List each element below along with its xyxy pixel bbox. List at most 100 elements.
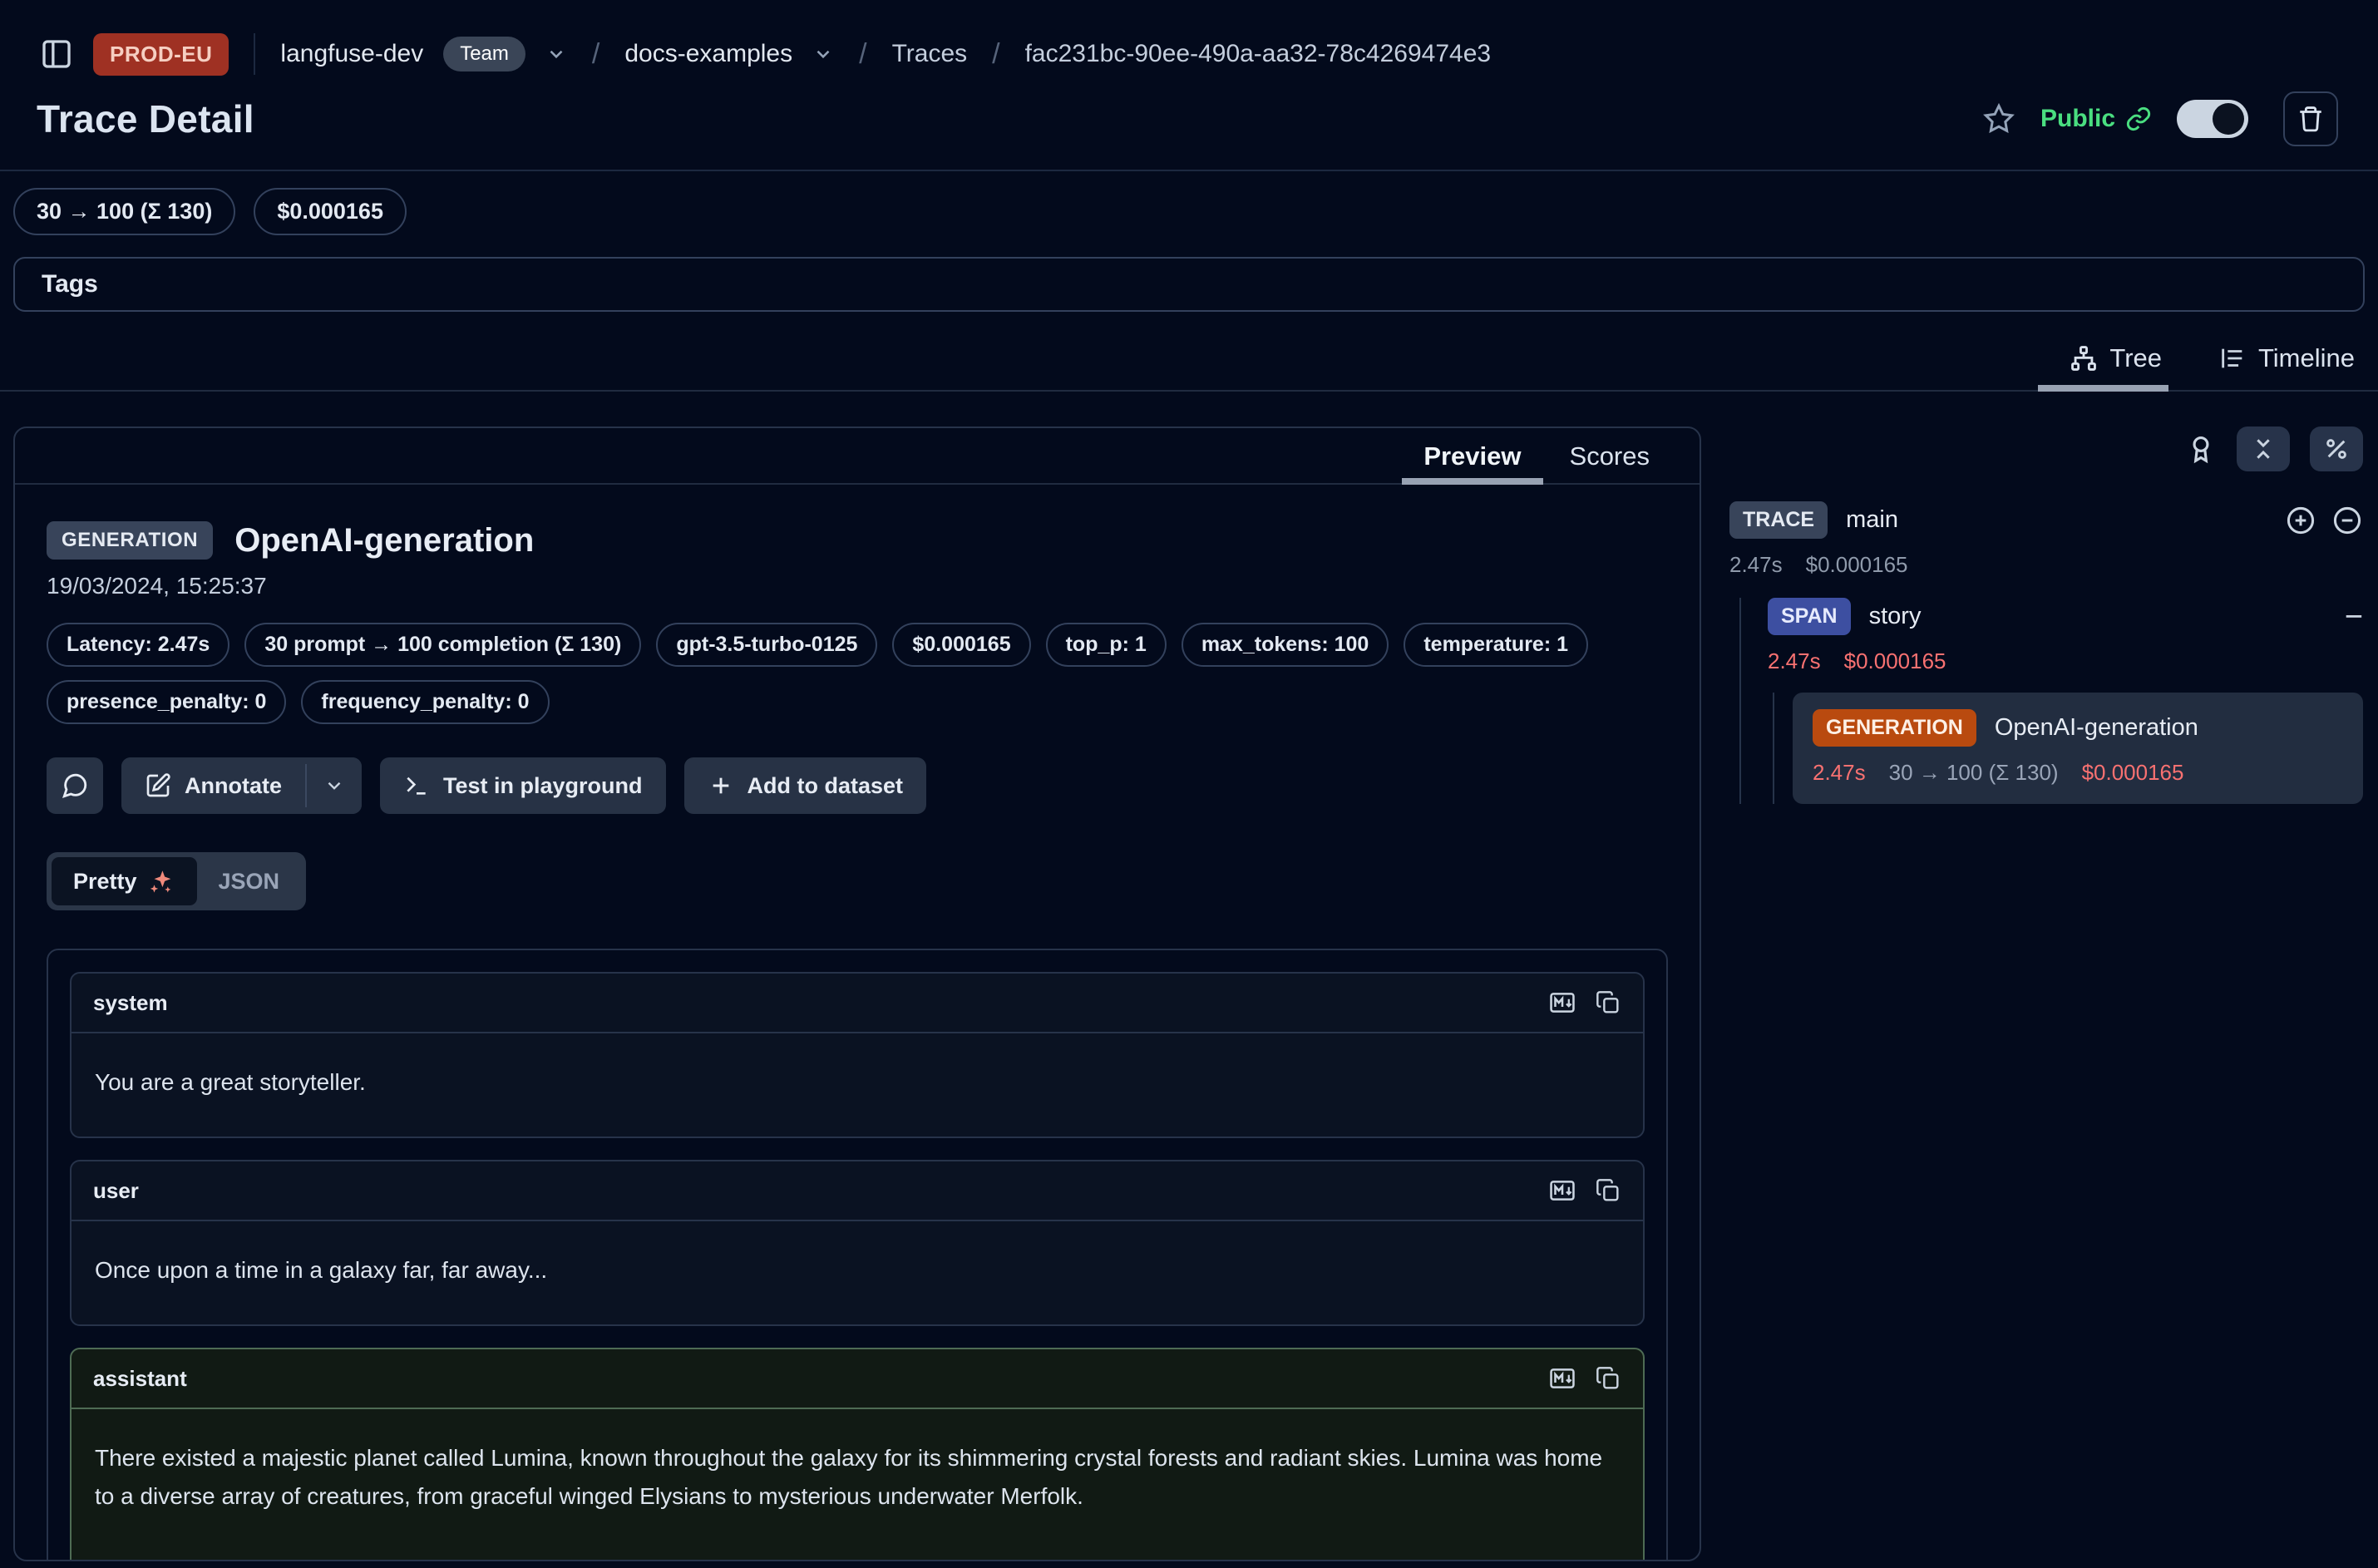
span-cost: $0.000165 — [1844, 648, 1946, 674]
tree-node-span[interactable]: SPAN story − — [1768, 598, 2363, 635]
percent-icon — [2323, 436, 2350, 462]
breadcrumb-org[interactable]: langfuse-dev — [280, 40, 423, 68]
tab-timeline-label: Timeline — [2258, 343, 2355, 373]
page-header: Trace Detail Public — [0, 86, 2378, 170]
observation-timestamp: 19/03/2024, 15:25:37 — [47, 573, 1668, 599]
markdown-toggle-icon[interactable] — [1548, 989, 1576, 1017]
model-badge[interactable]: gpt-3.5-turbo-0125 — [656, 623, 877, 667]
tree-node-generation-selected[interactable]: GENERATION OpenAI-generation 2.47s 30 → … — [1793, 693, 2363, 804]
trace-type-badge: TRACE — [1729, 501, 1828, 539]
tab-timeline[interactable]: Timeline — [2215, 338, 2358, 390]
top-p-badge: top_p: 1 — [1046, 623, 1167, 667]
message-header-icons — [1548, 989, 1621, 1017]
test-in-playground-button[interactable]: Test in playground — [380, 757, 666, 814]
delete-trace-button[interactable] — [2283, 91, 2338, 146]
public-link[interactable]: Public — [2040, 105, 2152, 133]
markdown-toggle-icon[interactable] — [1548, 1364, 1576, 1393]
panel-left-icon — [40, 37, 73, 71]
message-user: user Once upon a time in — [70, 1160, 1645, 1326]
message-role: user — [93, 1178, 139, 1204]
span-metrics: 2.47s $0.000165 — [1768, 648, 2363, 674]
observation-detail: GENERATION OpenAI-generation 19/03/2024,… — [15, 485, 1700, 1561]
collapse-all-button[interactable] — [2237, 427, 2290, 471]
message-header: system — [72, 974, 1643, 1033]
breadcrumb-trace-id: fac231bc-90ee-490a-aa32-78c4269474e3 — [1025, 40, 1491, 68]
max-tokens-badge: max_tokens: 100 — [1182, 623, 1389, 667]
comment-icon — [61, 772, 89, 800]
generation-type-badge: GENERATION — [1813, 709, 1976, 747]
trace-detail-page: PROD-EU langfuse-dev Team / docs-example… — [0, 0, 2378, 1568]
message-role: assistant — [93, 1366, 187, 1392]
environment-badge: PROD-EU — [93, 33, 229, 76]
trace-tree-panel: TRACE main 2.47s $0.000165 SPAN — [1729, 427, 2365, 804]
tree-zoom-controls — [2285, 505, 2363, 536]
tags-label: Tags — [42, 270, 98, 298]
observation-title: OpenAI-generation — [234, 522, 534, 560]
copy-icon[interactable] — [1595, 1365, 1621, 1392]
span-name: story — [1869, 603, 1922, 630]
annotate-label: Annotate — [185, 773, 282, 799]
plus-circle-icon[interactable] — [2285, 505, 2316, 536]
tab-tree-label: Tree — [2109, 343, 2162, 373]
comments-button[interactable] — [47, 757, 103, 814]
span-latency: 2.47s — [1768, 648, 1821, 674]
tab-tree[interactable]: Tree — [2066, 338, 2165, 390]
annotate-dropdown-button[interactable] — [307, 757, 362, 814]
plus-icon — [708, 772, 734, 799]
copy-icon[interactable] — [1595, 1177, 1621, 1204]
copy-icon[interactable] — [1595, 989, 1621, 1016]
markdown-toggle-icon[interactable] — [1548, 1176, 1576, 1205]
edit-icon — [145, 772, 171, 799]
trace-cost: $0.000165 — [1806, 552, 1908, 578]
frequency-penalty-badge: frequency_penalty: 0 — [301, 680, 549, 724]
tab-preview[interactable]: Preview — [1423, 441, 1521, 483]
public-toggle[interactable] — [2177, 100, 2248, 138]
trace-children: SPAN story − 2.47s $0.000165 GENERATION … — [1739, 598, 2363, 804]
chevron-down-icon — [323, 775, 345, 796]
annotate-split-button: Annotate — [121, 757, 362, 814]
message-assistant: assistant There existed — [70, 1348, 1645, 1561]
breadcrumb-separator: / — [587, 38, 604, 71]
tab-scores[interactable]: Scores — [1570, 441, 1650, 483]
org-plan-badge: Team — [443, 37, 525, 71]
presence-penalty-badge: presence_penalty: 0 — [47, 680, 286, 724]
generation-cost: $0.000165 — [2082, 760, 2184, 786]
breadcrumb-traces[interactable]: Traces — [892, 40, 968, 68]
message-content: There existed a majestic planet called L… — [72, 1409, 1643, 1561]
observation-panel: Preview Scores GENERATION OpenAI-generat… — [13, 427, 1701, 1561]
view-tabs: Tree Timeline — [0, 317, 2378, 392]
message-system: system You are a great s — [70, 972, 1645, 1138]
message-header-icons — [1548, 1364, 1621, 1393]
terminal-icon — [403, 772, 430, 799]
format-pretty-segment[interactable]: Pretty — [52, 857, 197, 905]
sparkles-icon — [147, 867, 175, 895]
breadcrumb-project[interactable]: docs-examples — [624, 40, 792, 68]
trace-name: main — [1846, 506, 1898, 534]
pretty-label: Pretty — [73, 869, 137, 895]
breadcrumb: PROD-EU langfuse-dev Team / docs-example… — [0, 0, 2378, 86]
generation-metrics: 2.47s 30 → 100 (Σ 130) $0.000165 — [1813, 760, 2343, 786]
message-header: user — [72, 1161, 1643, 1221]
collapse-node-icon[interactable]: − — [2345, 601, 2363, 633]
annotate-button[interactable]: Annotate — [121, 757, 305, 814]
add-to-dataset-label: Add to dataset — [747, 773, 904, 799]
minus-circle-icon[interactable] — [2331, 505, 2363, 536]
breadcrumb-separator: / — [854, 38, 871, 71]
link-icon — [2125, 106, 2152, 132]
panel-tabs: Preview Scores — [15, 428, 1700, 485]
tree-node-trace[interactable]: TRACE main — [1729, 501, 2363, 539]
format-json-segment[interactable]: JSON — [197, 859, 302, 905]
sidebar-toggle-button[interactable] — [40, 37, 73, 71]
chevron-down-icon[interactable] — [545, 43, 567, 65]
show-metrics-button[interactable] — [2310, 427, 2363, 471]
trace-tokens-badge: 30 → 100 (Σ 130) — [13, 188, 235, 235]
message-content: Once upon a time in a galaxy far, far aw… — [72, 1221, 1643, 1324]
award-icon[interactable] — [2185, 433, 2217, 465]
tags-container[interactable]: Tags — [13, 257, 2365, 312]
add-to-dataset-button[interactable]: Add to dataset — [684, 757, 927, 814]
timeline-icon — [2218, 344, 2247, 372]
public-label: Public — [2040, 105, 2115, 133]
star-icon[interactable] — [1982, 102, 2015, 136]
chevron-down-icon[interactable] — [812, 43, 834, 65]
cost-badge: $0.000165 — [892, 623, 1030, 667]
